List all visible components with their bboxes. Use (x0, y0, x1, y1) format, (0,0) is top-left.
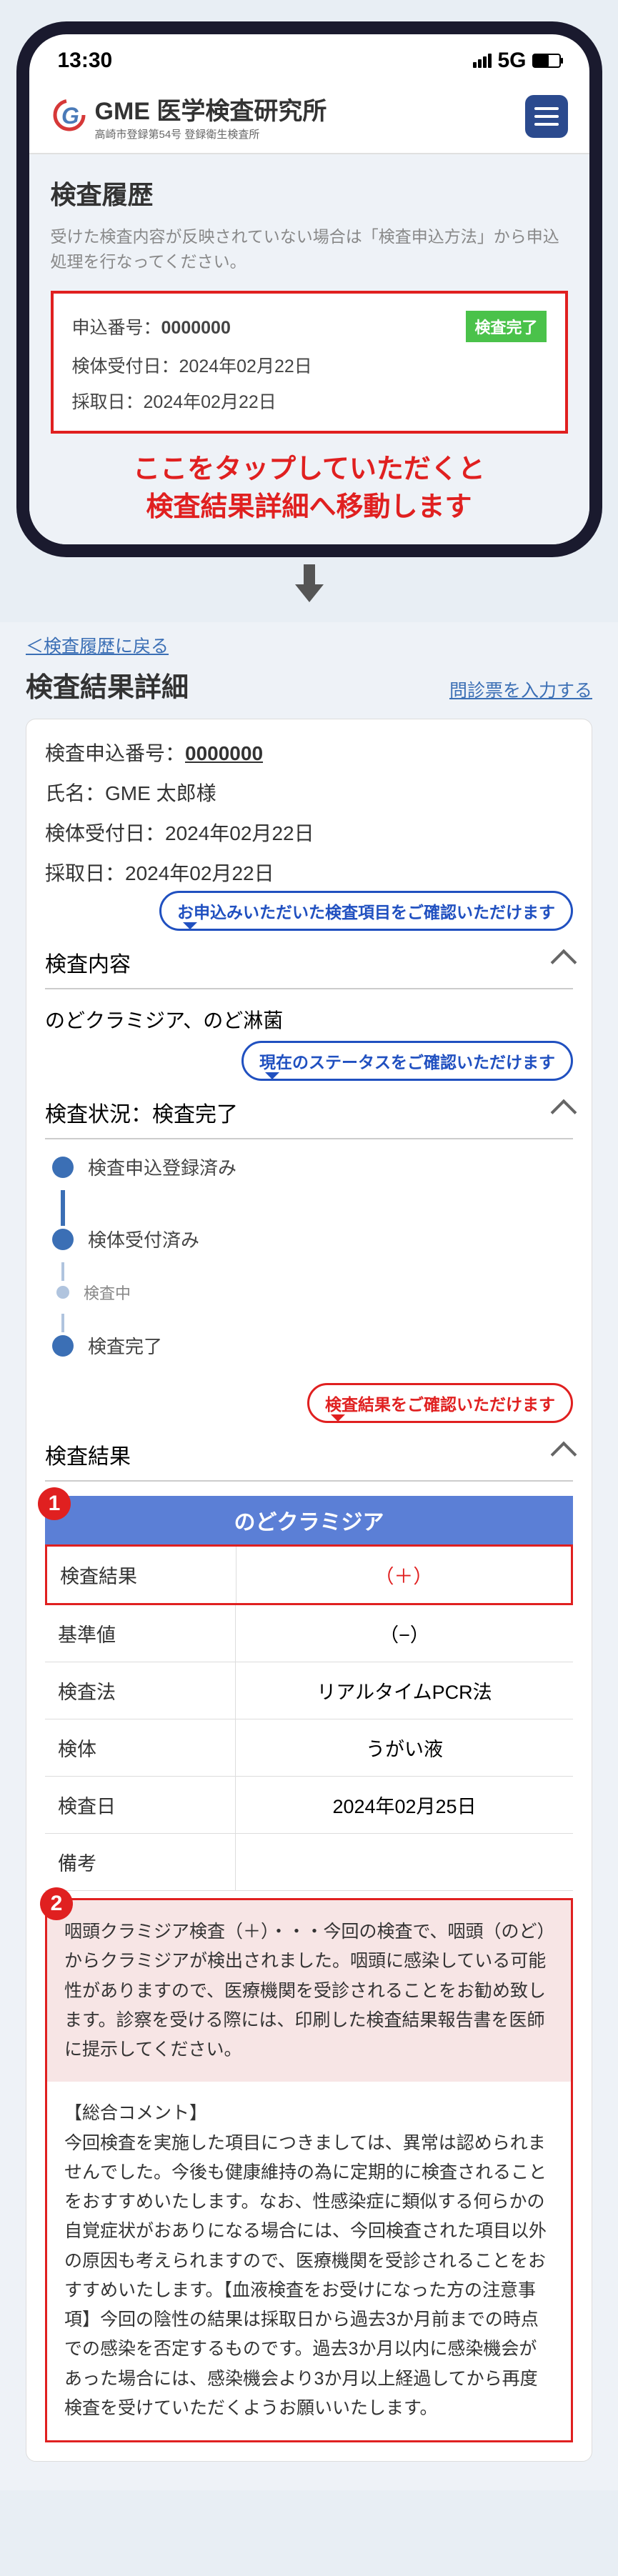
table-row: 検体うがい液 (45, 1719, 573, 1777)
chevron-up-icon (551, 1099, 577, 1126)
comment-box: 2 咽頭クラミジア検査（＋）・・・今回の検査で、咽頭（のど）からクラミジアが検出… (45, 1898, 573, 2442)
step-testing: 検査中 (84, 1281, 131, 1304)
logo[interactable]: G GME 医学検査研究所 高崎市登録第54号 登録衛生検査所 (51, 91, 327, 141)
result-header: 1 のどクラミジア (45, 1496, 573, 1544)
speech-result: 検査結果をご確認いただけます (307, 1383, 573, 1423)
tap-instruction: ここをタップしていただくと 検査結果詳細へ移動します (51, 434, 568, 544)
arrow-down-icon (0, 563, 618, 609)
comment-positive: 咽頭クラミジア検査（＋）・・・今回の検査で、咽頭（のど）からクラミジアが検出され… (47, 1900, 571, 2082)
table-row: 検査結果 （＋） (47, 1547, 571, 1603)
status-timeline: 検査申込登録済み 検体受付済み 検査中 検査完了 (45, 1139, 573, 1383)
result-table-highlighted: 検査結果 （＋） (45, 1544, 573, 1605)
table-row: 基準値（−） (45, 1605, 573, 1662)
history-card[interactable]: 申込番号：0000000 検査完了 検体受付日：2024年02月22日 採取日：… (51, 291, 568, 434)
speech-items: お申込みいただいた検査項目をご確認いただけます (159, 891, 573, 931)
status-bar: 13:30 5G (29, 34, 589, 80)
logo-sub: 高崎市登録第54号 登録衛生検査所 (95, 126, 327, 141)
menu-button[interactable] (525, 95, 568, 138)
result-block: 1 のどクラミジア 検査結果 （＋） 基準値（−） 検査法リアルタイムPCR法 … (45, 1496, 573, 2442)
step-received: 検体受付済み (88, 1226, 199, 1252)
page-content: 検査履歴 受けた検査内容が反映されていない場合は「検査申込方法」から申込処理を行… (29, 154, 589, 544)
step-complete: 検査完了 (88, 1332, 162, 1359)
svg-text:G: G (61, 103, 79, 129)
clock: 13:30 (58, 49, 113, 73)
detail-collect-row: 採取日：2024年02月22日 (45, 858, 573, 887)
page-note: 受けた検査内容が反映されていない場合は「検査申込方法」から申込処理を行なってくだ… (51, 224, 568, 274)
table-row: 検査法リアルタイムPCR法 (45, 1662, 573, 1719)
receipt-row: 検体受付日：2024年02月22日 (72, 352, 547, 378)
detail-title: 検査結果詳細 (26, 665, 189, 704)
chevron-up-icon (551, 1442, 577, 1468)
app-no-row: 申込番号：0000000 (72, 314, 231, 339)
detail-app-row: 検査申込番号：0000000 (45, 738, 573, 767)
speech-status: 現在のステータスをご確認いただけます (241, 1041, 573, 1081)
step-registered: 検査申込登録済み (88, 1154, 236, 1180)
section-status[interactable]: 検査状況：検査完了 (45, 1087, 573, 1139)
section-content[interactable]: 検査内容 (45, 937, 573, 989)
marker-2: 2 (40, 1887, 73, 1920)
network-label: 5G (497, 49, 526, 73)
questionnaire-link[interactable]: 問診票を入力する (449, 677, 592, 702)
detail-name-row: 氏名：GME 太郎様 (45, 778, 573, 807)
detail-receipt-row: 検体受付日：2024年02月22日 (45, 818, 573, 847)
marker-1: 1 (38, 1487, 71, 1520)
phone-screen: 13:30 5G G GME 医学検査研究所 高崎市登録第54号 登録衛生検査所 (29, 34, 589, 544)
throat-items: のどクラミジア、のど淋菌 (45, 989, 573, 1041)
collect-row: 採取日：2024年02月22日 (72, 388, 547, 414)
phone-frame: 13:30 5G G GME 医学検査研究所 高崎市登録第54号 登録衛生検査所 (16, 21, 602, 557)
back-link[interactable]: ＜検査履歴に戻る (26, 632, 169, 658)
table-row: 備考 (45, 1834, 573, 1891)
hamburger-icon (534, 107, 559, 110)
logo-title: GME 医学検査研究所 (95, 91, 327, 126)
table-row: 検査日2024年02月25日 (45, 1777, 573, 1834)
page-title: 検査履歴 (51, 174, 568, 211)
chevron-up-icon (551, 949, 577, 976)
detail-card: 検査申込番号：0000000 氏名：GME 太郎様 検体受付日：2024年02月… (26, 719, 592, 2462)
battery-icon (532, 54, 561, 68)
status-badge: 検査完了 (466, 311, 546, 342)
app-header: G GME 医学検査研究所 高崎市登録第54号 登録衛生検査所 (29, 80, 589, 154)
detail-section: ＜検査履歴に戻る 検査結果詳細 問診票を入力する 検査申込番号：0000000 … (0, 622, 618, 2490)
logo-mark-icon: G (51, 96, 88, 137)
signal-bars-icon (473, 54, 492, 68)
status-right: 5G (473, 49, 560, 73)
section-result[interactable]: 検査結果 (45, 1429, 573, 1482)
comment-general: 【総合コメント】 今回検査を実施した項目につきましては、異常は認められませんでし… (47, 2082, 571, 2440)
